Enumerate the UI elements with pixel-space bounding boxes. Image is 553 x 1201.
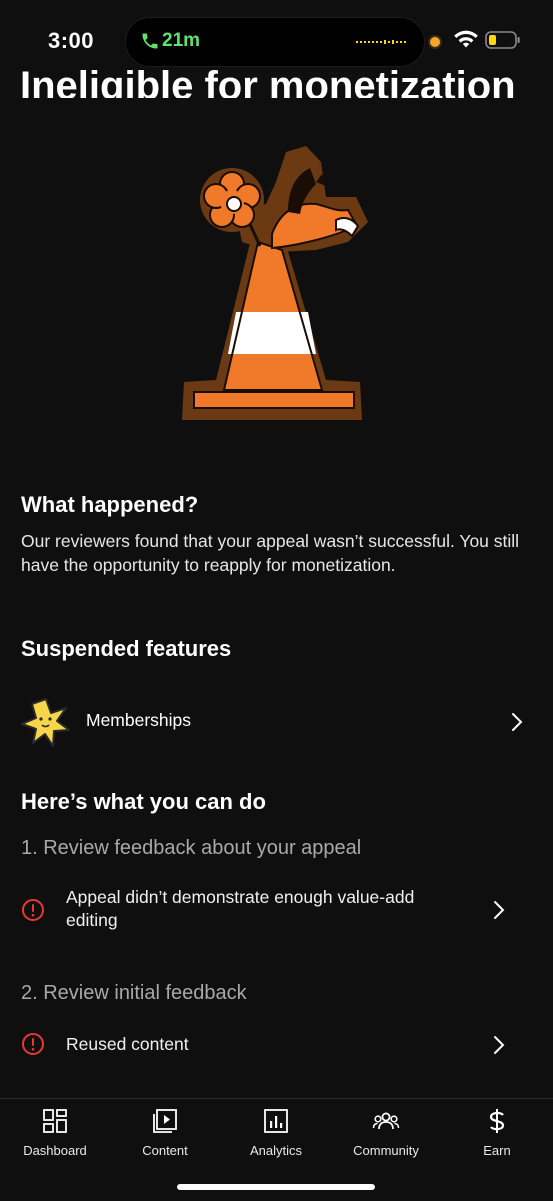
what-happened-heading: What happened?	[21, 492, 199, 517]
dollar-icon	[489, 1109, 505, 1133]
feedback-item-text: Reused content	[66, 1034, 189, 1054]
alert-circle-icon	[22, 899, 44, 921]
what-you-can-do-heading: Here’s what you can do	[21, 789, 266, 814]
feedback-item-value-add[interactable]: Appeal didn’t demonstrate enough value-a…	[0, 886, 553, 934]
nav-label: Content	[142, 1143, 188, 1158]
dashboard-icon	[43, 1109, 67, 1133]
feedback-item-reused-content[interactable]: Reused content	[0, 1032, 553, 1060]
chevron-right-icon	[512, 713, 523, 731]
nav-community[interactable]: Community	[331, 1107, 441, 1158]
feedback-item-text: Appeal didn’t demonstrate enough value-a…	[66, 887, 415, 930]
chevron-right-icon	[494, 901, 505, 919]
home-indicator[interactable]	[177, 1184, 375, 1190]
step-1-title: 1. Review feedback about your appeal	[21, 837, 362, 859]
traffic-cone-illustration	[182, 146, 368, 420]
nav-label: Dashboard	[23, 1143, 87, 1158]
star-badge-icon	[21, 698, 70, 747]
nav-dashboard[interactable]: Dashboard	[0, 1107, 110, 1158]
alert-circle-icon	[22, 1033, 44, 1055]
feature-label: Memberships	[86, 710, 192, 730]
analytics-icon	[264, 1109, 288, 1133]
page-title: Ineligible for monetization	[20, 64, 516, 98]
what-happened-body: Our reviewers found that your appeal was…	[21, 531, 520, 575]
nav-earn[interactable]: Earn	[442, 1107, 552, 1158]
nav-label: Analytics	[249, 1143, 303, 1158]
suspended-features-heading: Suspended features	[21, 636, 232, 661]
step-2-title: 2. Review initial feedback	[21, 982, 247, 1004]
feature-row-memberships[interactable]: Memberships	[0, 696, 553, 747]
nav-analytics[interactable]: Analytics	[221, 1107, 331, 1158]
nav-label: Community	[353, 1143, 419, 1158]
content-icon	[153, 1109, 177, 1133]
community-icon	[372, 1112, 400, 1130]
chevron-right-icon	[494, 1036, 505, 1054]
nav-label: Earn	[483, 1143, 511, 1158]
page-title-clip: Ineligible for monetization	[0, 40, 553, 98]
nav-content[interactable]: Content	[110, 1107, 220, 1158]
